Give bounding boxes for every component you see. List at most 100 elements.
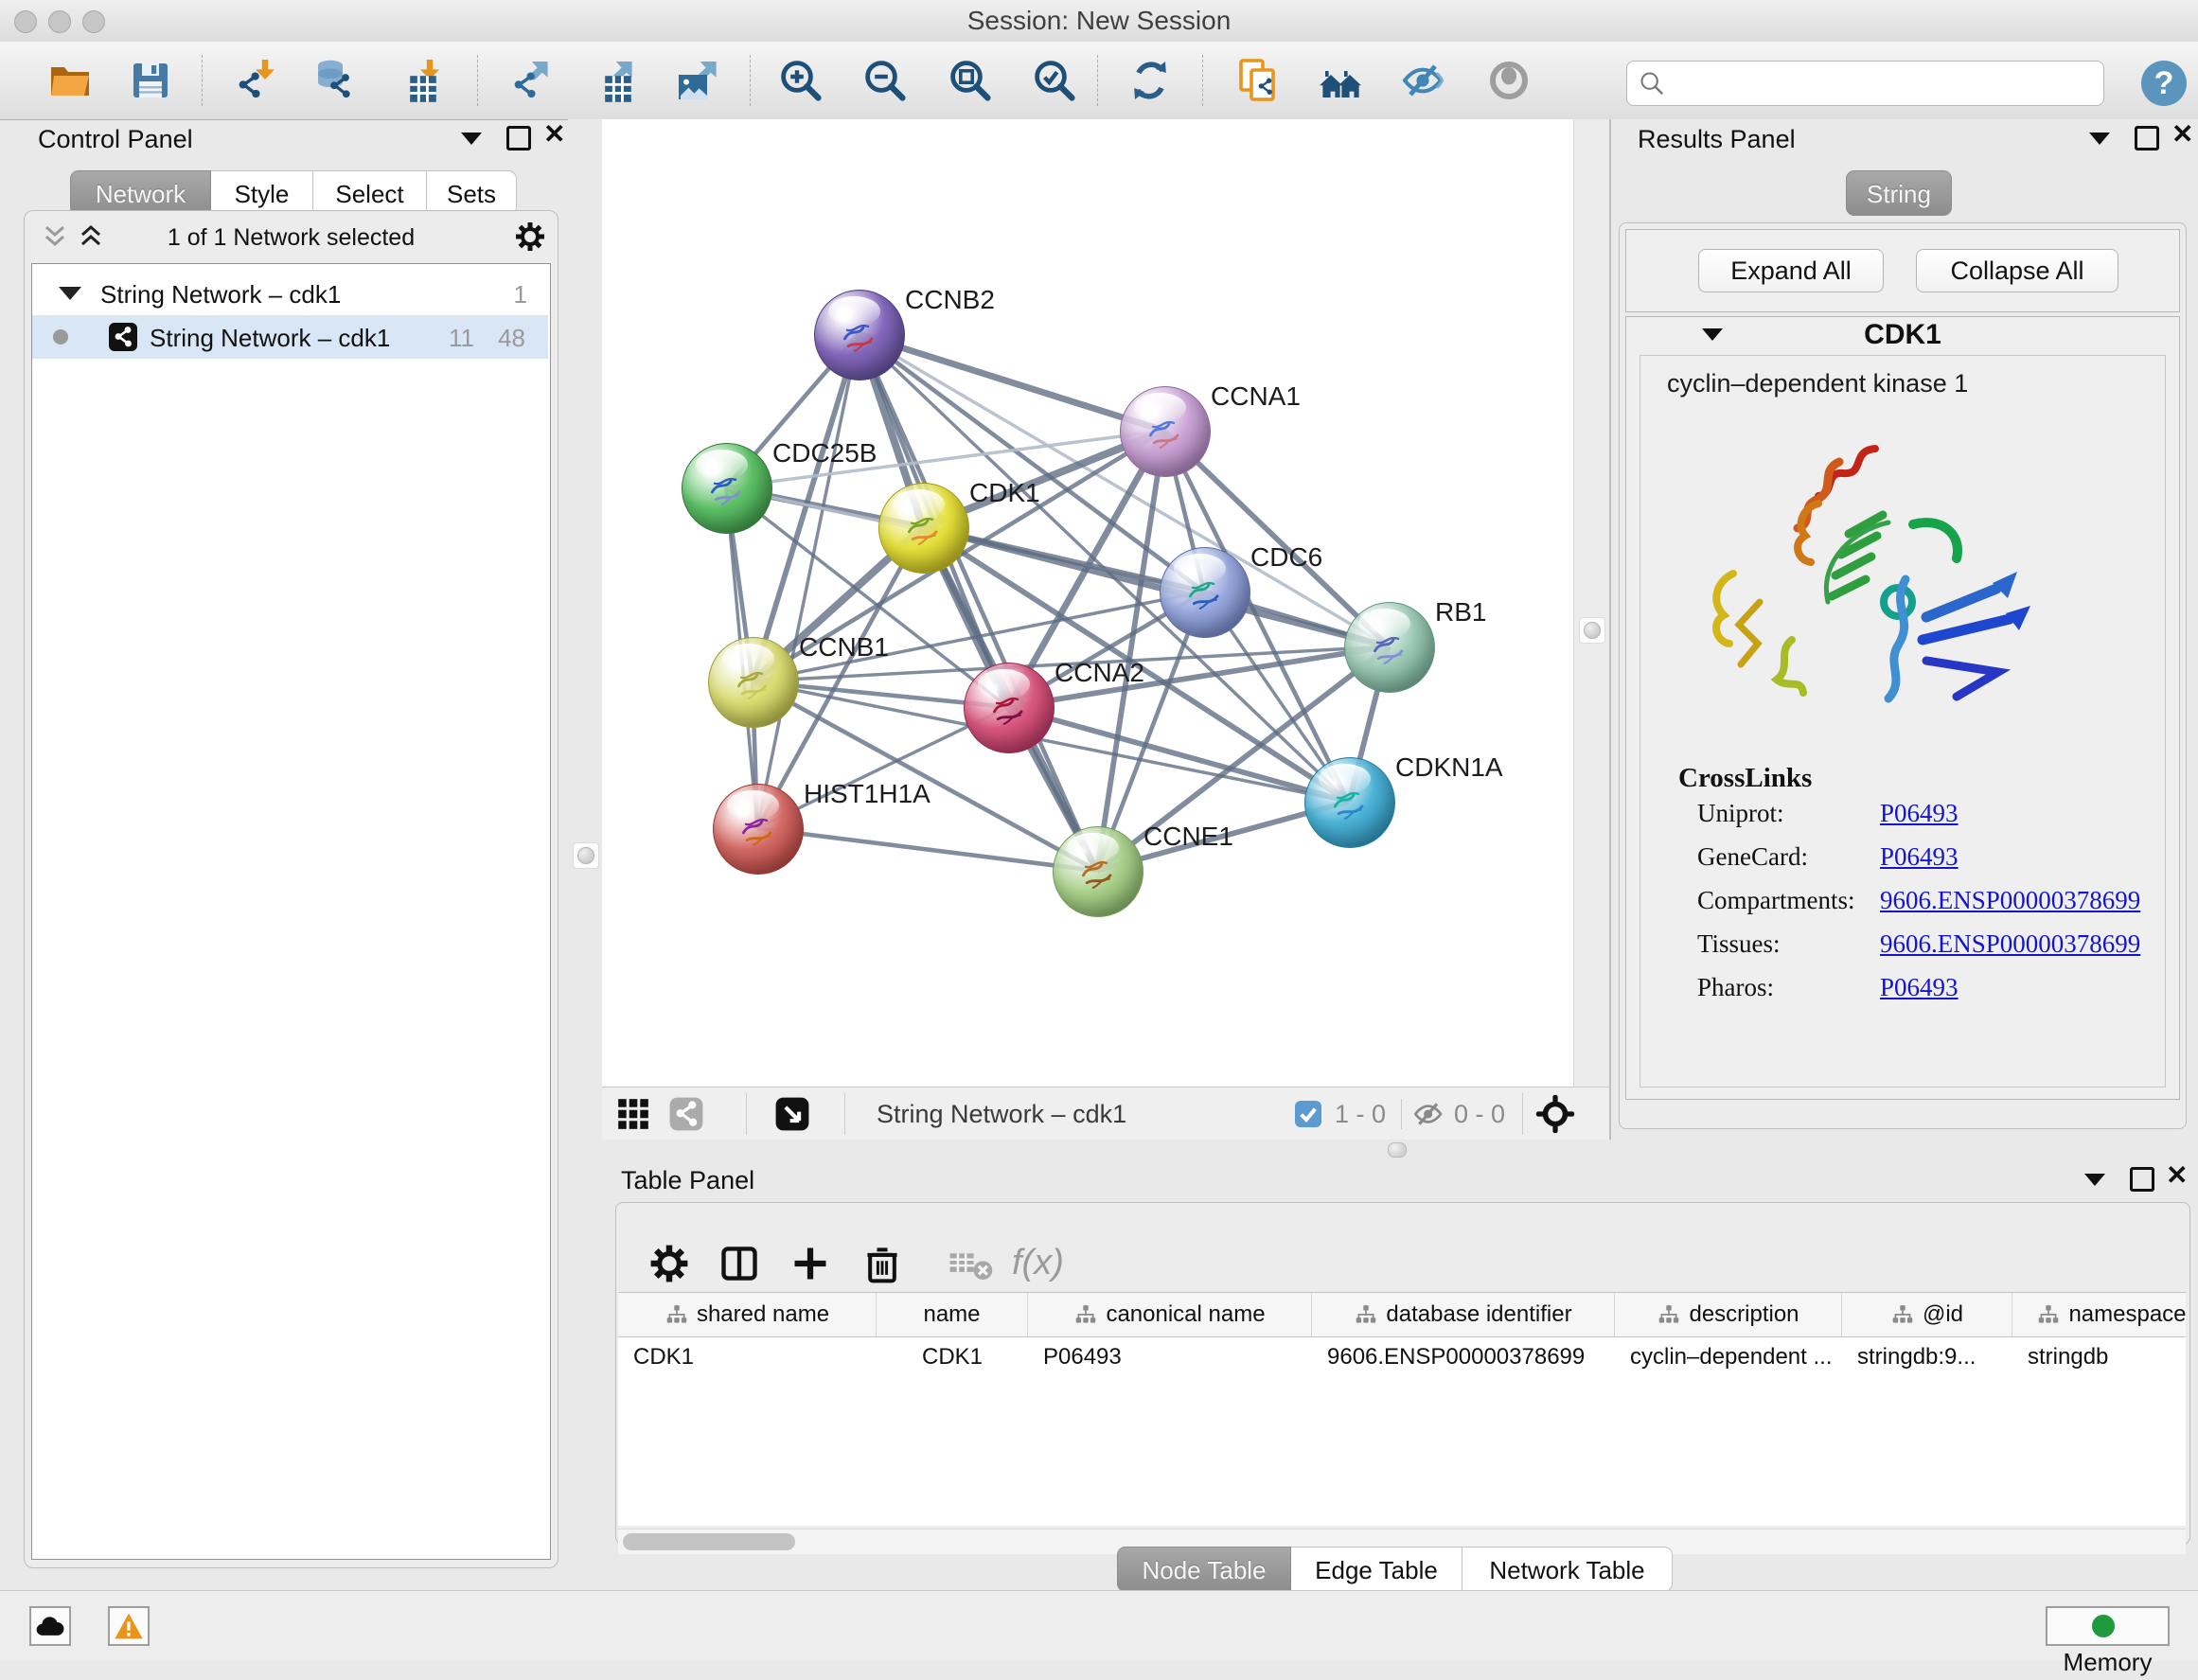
tab-string[interactable]: String <box>1846 170 1952 216</box>
tab-style[interactable]: Style <box>211 170 313 216</box>
collection-expand-icon[interactable] <box>59 287 81 300</box>
apply-preferred-layout-icon <box>1127 58 1173 103</box>
detach-view-icon[interactable] <box>774 1096 810 1132</box>
network-node-rb1[interactable] <box>1344 602 1435 693</box>
column-header-shared-name[interactable]: shared name <box>618 1293 877 1336</box>
crosslink-value-link[interactable]: P06493 <box>1880 973 1959 1002</box>
expand-all-button[interactable]: Expand All <box>1698 249 1884 292</box>
crosslink-row: Compartments:9606.ENSP00000378699 <box>1640 886 2165 929</box>
zoom-out-button[interactable] <box>862 58 908 103</box>
column-header-name[interactable]: name <box>877 1293 1028 1336</box>
open-session-button[interactable] <box>47 58 93 103</box>
crosslink-value-link[interactable]: 9606.ENSP00000378699 <box>1880 929 2140 959</box>
export-network-button[interactable] <box>506 58 552 103</box>
column-header-namespace[interactable]: namespace <box>2012 1293 2186 1336</box>
network-node-cdkn1a[interactable] <box>1304 757 1395 848</box>
import-table-file-icon <box>396 58 441 103</box>
panel-menu-icon[interactable] <box>2089 133 2110 145</box>
selected-checkbox-icon[interactable] <box>1293 1099 1323 1129</box>
tab-sets[interactable]: Sets <box>427 170 517 216</box>
panel-menu-icon[interactable] <box>461 133 482 145</box>
network-node-ccnb1[interactable] <box>708 637 799 728</box>
network-canvas[interactable]: CCNB2CCNA1CDC25BCDK1CDC6RB1CCNB1CCNA2CDK… <box>602 119 1573 1087</box>
network-options-gear-icon[interactable] <box>514 221 546 253</box>
show-columns-icon[interactable] <box>718 1243 760 1284</box>
network-node-hist1h1a[interactable] <box>713 784 804 875</box>
delete-column-trash-icon[interactable] <box>861 1243 903 1284</box>
node-label-ccnb1: CCNB1 <box>799 632 889 663</box>
right-splitter-grip[interactable] <box>1579 617 1605 644</box>
tab-edge-table[interactable]: Edge Table <box>1291 1547 1462 1592</box>
right-splitter[interactable] <box>1573 119 1610 1087</box>
left-splitter-grip[interactable] <box>573 842 599 869</box>
export-table-button[interactable] <box>591 58 636 103</box>
cybrowser-home-button[interactable] <box>1318 58 1363 103</box>
panel-float-icon[interactable] <box>2135 126 2159 150</box>
table-row[interactable]: CDK1CDK1P064939606.ENSP00000378699cyclin… <box>618 1336 2186 1378</box>
tab-network-table[interactable]: Network Table <box>1462 1547 1673 1592</box>
network-node-cdk1[interactable] <box>878 483 969 574</box>
collapse-all-button[interactable]: Collapse All <box>1916 249 2118 292</box>
cloud-button[interactable] <box>29 1606 71 1646</box>
show-graphics-details-button[interactable] <box>1486 58 1532 103</box>
warning-button[interactable] <box>108 1606 150 1646</box>
network-view-icon[interactable] <box>668 1096 704 1132</box>
column-header--id[interactable]: @id <box>1842 1293 2012 1336</box>
network-edges <box>602 119 1573 1087</box>
left-splitter[interactable] <box>568 119 602 1590</box>
table-hscrollbar-thumb[interactable] <box>623 1533 795 1550</box>
panel-close-icon[interactable]: ✕ <box>2171 125 2193 144</box>
import-table-file-button[interactable] <box>396 58 441 103</box>
tab-network[interactable]: Network <box>70 170 211 216</box>
panel-float-icon[interactable] <box>2130 1167 2154 1192</box>
panel-close-icon[interactable]: ✕ <box>2166 1166 2188 1185</box>
node-table[interactable]: shared namenamecanonical namedatabase id… <box>618 1292 2186 1526</box>
node-table-header[interactable]: shared namenamecanonical namedatabase id… <box>618 1293 2186 1337</box>
footer-separator <box>1401 1099 1402 1129</box>
network-node-ccnb2[interactable] <box>814 290 905 380</box>
zoom-selected-button[interactable] <box>1032 58 1077 103</box>
network-node-cdc25b[interactable] <box>682 443 772 534</box>
column-header-description[interactable]: description <box>1615 1293 1842 1336</box>
bottom-splitter[interactable] <box>602 1140 2198 1158</box>
tab-select[interactable]: Select <box>313 170 427 216</box>
node-label-cdc6: CDC6 <box>1250 542 1322 573</box>
node-structure-thumbnail <box>899 504 948 553</box>
birdseye-crosshair-icon[interactable] <box>1535 1094 1575 1134</box>
zoom-in-button[interactable] <box>778 58 824 103</box>
column-header-database-identifier[interactable]: database identifier <box>1312 1293 1615 1336</box>
panel-close-icon[interactable]: ✕ <box>543 125 565 144</box>
node-label-cdc25b: CDC25B <box>772 438 877 469</box>
import-network-file-button[interactable] <box>231 58 276 103</box>
network-row-selected[interactable]: String Network – cdk1 11 48 <box>32 315 548 359</box>
grid-view-icon[interactable] <box>615 1096 651 1132</box>
export-image-button[interactable] <box>675 58 720 103</box>
network-collection-row[interactable]: String Network – cdk1 1 <box>32 272 548 315</box>
help-button[interactable]: ? <box>2141 61 2187 106</box>
crosslink-value-link[interactable]: P06493 <box>1880 799 1959 828</box>
network-node-ccne1[interactable] <box>1053 826 1143 917</box>
table-settings-gear-icon[interactable] <box>648 1243 690 1284</box>
crosslink-label: Pharos: <box>1697 973 1774 1002</box>
network-node-ccna1[interactable] <box>1120 386 1211 477</box>
network-node-cdc6[interactable] <box>1160 547 1250 638</box>
memory-button[interactable]: Memory <box>2046 1606 2170 1646</box>
panel-menu-icon[interactable] <box>2084 1174 2105 1186</box>
crosslink-value-link[interactable]: 9606.ENSP00000378699 <box>1880 886 2140 915</box>
save-session-button[interactable] <box>128 58 173 103</box>
tab-node-table[interactable]: Node Table <box>1117 1547 1291 1592</box>
string-import-button[interactable] <box>1235 58 1281 103</box>
network-node-ccna2[interactable] <box>964 663 1055 753</box>
zoom-fit-content-button[interactable] <box>948 58 993 103</box>
search-box[interactable] <box>1626 61 2104 106</box>
hide-graphics-details-button[interactable] <box>1400 58 1445 103</box>
node-label-ccna2: CCNA2 <box>1055 658 1144 688</box>
bottom-splitter-grip[interactable] <box>1388 1142 1407 1158</box>
apply-preferred-layout-button[interactable] <box>1127 58 1173 103</box>
search-input[interactable] <box>1673 63 2093 103</box>
import-network-database-button[interactable] <box>311 58 357 103</box>
crosslink-value-link[interactable]: P06493 <box>1880 842 1959 872</box>
panel-float-icon[interactable] <box>506 126 531 150</box>
column-header-canonical-name[interactable]: canonical name <box>1028 1293 1312 1336</box>
create-column-plus-icon[interactable] <box>789 1243 831 1284</box>
